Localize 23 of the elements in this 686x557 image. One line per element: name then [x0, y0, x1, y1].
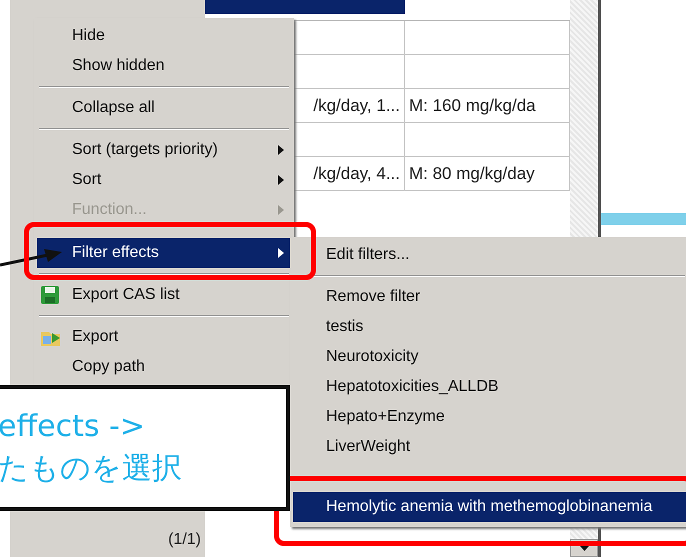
menu-item[interactable]: Export CAS list	[37, 280, 291, 310]
menu-item[interactable]: Show hidden	[37, 51, 291, 81]
menu-item[interactable]: Hepatotoxicities_ALLDB	[293, 372, 686, 402]
submenu-arrow-icon	[278, 248, 285, 258]
callout-text: たものを選択	[0, 450, 183, 488]
menu-item[interactable]: Edit filters...	[293, 240, 686, 270]
menu-item[interactable]: testis	[293, 312, 686, 342]
page-counter: (1/1)	[168, 531, 201, 549]
down-triangle-icon	[580, 546, 588, 550]
menu-item[interactable]: LiverWeight	[293, 432, 686, 462]
menu-item[interactable]: Neurotoxicity	[293, 342, 686, 372]
callout-text: effects ->	[0, 408, 146, 446]
menu-item[interactable]: Hide	[37, 21, 291, 51]
menu-item[interactable]: Hemolytic anemia with methemoglobinanemia	[293, 492, 686, 522]
submenu-arrow-icon	[278, 205, 285, 215]
submenu-arrow-icon	[278, 145, 285, 155]
menu-item[interactable]: Hepato+Enzyme	[293, 402, 686, 432]
menu-item[interactable]: Filter effects	[37, 238, 291, 268]
menu-item[interactable]: Remove filter	[293, 282, 686, 312]
menu-item[interactable]: Copy path	[37, 352, 291, 382]
pointer-arrow	[0, 246, 64, 268]
menu-item[interactable]: Export	[37, 322, 291, 352]
submenu-arrow-icon	[278, 175, 285, 185]
